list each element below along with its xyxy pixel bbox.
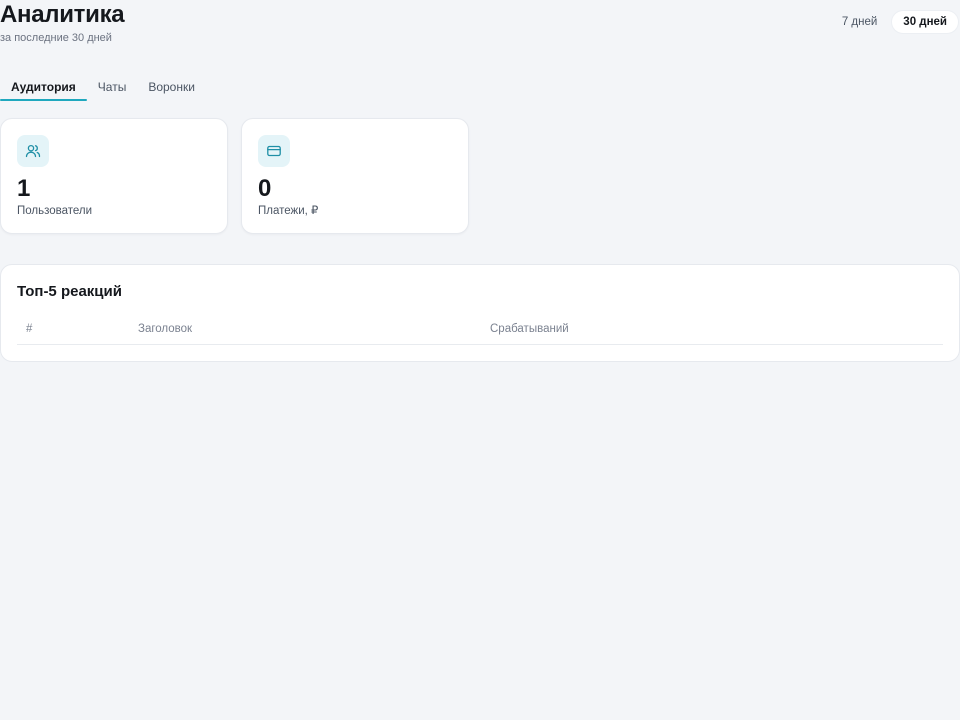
stat-card-users: 1 Пользователи [0,118,228,234]
users-label: Пользователи [17,205,93,217]
payments-label: Платежи, ₽ [258,205,319,217]
page-header: Аналитика за последние 30 дней 7 дней 30… [0,0,960,50]
analytics-tabs: Аудитория Чаты Воронки [0,74,206,102]
stat-card-payments: 0 Платежи, ₽ [241,118,469,234]
period-30-days-button[interactable]: 30 дней [892,11,958,33]
page-title: Аналитика [0,1,125,28]
credit-card-icon [258,135,290,167]
tab-funnels[interactable]: Воронки [137,74,206,101]
tab-chats[interactable]: Чаты [87,74,138,101]
top-reactions-table-header: # Заголовок Срабатываний [17,319,943,345]
period-7-days-button[interactable]: 7 дней [831,11,888,33]
page-subtitle: за последние 30 дней [0,32,112,44]
column-header-triggers: Срабатываний [490,323,569,335]
stat-cards: 1 Пользователи 0 Платежи, ₽ [0,118,469,234]
analytics-page: Аналитика за последние 30 дней 7 дней 30… [0,0,960,720]
tab-audience[interactable]: Аудитория [0,74,87,101]
top-reactions-title: Топ-5 реакций [17,283,122,300]
top-reactions-panel: Топ-5 реакций # Заголовок Срабатываний [0,264,960,362]
users-icon [17,135,49,167]
period-switch: 7 дней 30 дней [831,11,958,33]
column-header-rank: # [26,323,33,335]
users-count-value: 1 [17,175,31,202]
column-header-title: Заголовок [138,323,193,335]
payments-sum-value: 0 [258,175,272,202]
